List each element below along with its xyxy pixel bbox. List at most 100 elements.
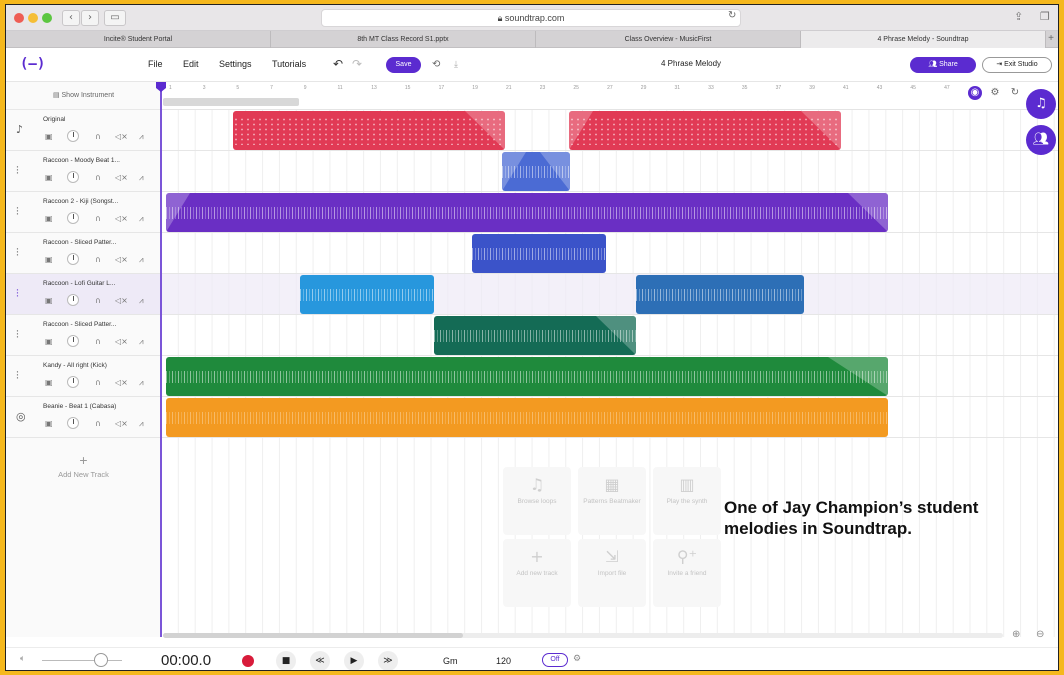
track-name[interactable]: Original	[43, 116, 155, 123]
minimize-window-button[interactable]	[28, 13, 38, 23]
master-volume-slider[interactable]	[42, 660, 122, 661]
volume-knob[interactable]	[67, 171, 79, 183]
play-synth-tile[interactable]: ▥ Play the synth	[653, 467, 721, 535]
browser-tab[interactable]: Incite® Student Portal	[6, 31, 271, 48]
headphones-icon[interactable]: ∩	[95, 296, 101, 305]
track-header[interactable]: ⫶ Raccoon - Moody Beat 1... ▣ ∩ ◁× ⩘	[6, 151, 161, 192]
project-title[interactable]: 4 Phrase Melody	[606, 59, 776, 68]
record-arm-icon[interactable]: ▣	[45, 173, 53, 182]
save-button[interactable]: Save	[386, 57, 421, 73]
loop-region-bar[interactable]	[163, 98, 299, 106]
headphones-icon[interactable]: ∩	[95, 173, 101, 182]
back-icon[interactable]: ‹	[62, 10, 80, 26]
automation-icon[interactable]: ⩘	[139, 419, 144, 429]
mute-icon[interactable]: ◁×	[115, 132, 128, 141]
mute-icon[interactable]: ◁×	[115, 255, 128, 264]
close-window-button[interactable]	[14, 13, 24, 23]
track-lane[interactable]	[161, 151, 1058, 192]
audio-region[interactable]	[636, 275, 804, 314]
timeline-ruler[interactable]: 1 3 5 7 9 11 13 15 17 19 21 23 25 27 29 31 33 35 37 39 41 43 4…	[161, 82, 1058, 110]
headphones-icon[interactable]: ∩	[95, 214, 101, 223]
exit-studio-button[interactable]: ⇥ Exit Studio	[982, 57, 1052, 73]
scrollbar-thumb[interactable]	[163, 633, 463, 638]
metronome-toggle[interactable]: Off	[542, 653, 568, 667]
headphones-icon[interactable]: ∩	[95, 378, 101, 387]
music-note-icon[interactable]: ♫	[1026, 89, 1056, 119]
record-button[interactable]	[238, 651, 258, 670]
invite-friend-tile[interactable]: ⚲⁺ Invite a friend	[653, 539, 721, 607]
show-instrument-button[interactable]: ▤ Show Instrument	[6, 82, 161, 110]
audio-region[interactable]	[434, 316, 636, 355]
track-lane[interactable]	[161, 192, 1058, 233]
zoom-in-icon[interactable]: ⊕	[1012, 629, 1020, 640]
track-lane-selected[interactable]	[161, 274, 1058, 315]
menu-file[interactable]: File	[148, 59, 163, 69]
track-name[interactable]: Raccoon - Sliced Patter...	[43, 321, 155, 328]
mute-icon[interactable]: ◁×	[115, 296, 128, 305]
record-arm-icon[interactable]: ▣	[45, 255, 53, 264]
audio-region[interactable]	[502, 152, 570, 191]
track-header[interactable]: ⫶ Raccoon - Lofi Guitar L... ▣ ∩ ◁× ⩘	[6, 274, 161, 315]
patterns-beatmaker-tile[interactable]: ▦ Patterns Beatmaker	[578, 467, 646, 535]
horizontal-scrollbar[interactable]	[163, 633, 1003, 638]
browser-tab-active[interactable]: 4 Phrase Melody - Soundtrap	[801, 31, 1046, 48]
settings-gear-icon[interactable]: ⚙	[988, 86, 1002, 100]
address-bar[interactable]: 🔒︎ soundtrap.com	[321, 9, 741, 27]
volume-knob[interactable]	[67, 294, 79, 306]
record-arm-icon[interactable]: ▣	[45, 337, 53, 346]
key-selector[interactable]: Gm	[443, 656, 458, 666]
track-header[interactable]: ⫶ Raccoon - Sliced Patter... ▣ ∩ ◁× ⩘	[6, 315, 161, 356]
audio-region[interactable]	[300, 275, 434, 314]
track-name[interactable]: Kandy - All right (Kick)	[43, 362, 155, 369]
automation-icon[interactable]: ⩘	[139, 378, 144, 388]
automation-icon[interactable]: ⩘	[139, 214, 144, 224]
add-new-track-tile[interactable]: + Add new track	[503, 539, 571, 607]
track-header[interactable]: ♪ Original ▣ ∩ ◁× ⩘	[6, 110, 161, 151]
forward-icon[interactable]: ›	[81, 10, 99, 26]
redo-icon[interactable]: ↷	[352, 57, 362, 71]
volume-slider-knob[interactable]	[94, 653, 108, 667]
reload-icon[interactable]: ↻	[728, 10, 736, 21]
record-arm-icon[interactable]: ▣	[45, 214, 53, 223]
automation-icon[interactable]: ⩘	[139, 337, 144, 347]
history-icon[interactable]: ⟲	[432, 59, 440, 70]
soundtrap-logo[interactable]: (—)	[20, 56, 45, 72]
menu-tutorials[interactable]: Tutorials	[272, 59, 306, 69]
tempo-field[interactable]: 120	[496, 656, 511, 666]
record-arm-icon[interactable]: ▣	[45, 296, 53, 305]
volume-knob[interactable]	[67, 212, 79, 224]
metronome-settings-icon[interactable]: ⚙	[573, 654, 581, 664]
collaborators-icon[interactable]: 👥︎	[1026, 125, 1056, 155]
audio-region[interactable]	[166, 193, 888, 232]
track-lane[interactable]	[161, 110, 1058, 151]
tabs-overview-icon[interactable]: ❐	[1040, 10, 1050, 23]
tuner-icon[interactable]: ◉	[968, 86, 982, 100]
midi-region[interactable]	[569, 111, 841, 150]
audio-region[interactable]	[166, 357, 888, 396]
mute-icon[interactable]: ◁×	[115, 173, 128, 182]
rewind-button[interactable]: ≪	[310, 651, 330, 670]
track-header[interactable]: ◎ Beanie - Beat 1 (Cabasa) ▣ ∩ ◁× ⩘	[6, 397, 161, 438]
sidebar-toggle-icon[interactable]: ▭	[104, 10, 126, 26]
track-header[interactable]: ⫶ Raccoon - Sliced Patter... ▣ ∩ ◁× ⩘	[6, 233, 161, 274]
mute-icon[interactable]: ◁×	[115, 214, 128, 223]
volume-knob[interactable]	[67, 253, 79, 265]
midi-region[interactable]	[233, 111, 505, 150]
headphones-icon[interactable]: ∩	[95, 419, 101, 428]
playhead[interactable]	[160, 82, 162, 637]
maximize-window-button[interactable]	[42, 13, 52, 23]
volume-knob[interactable]	[67, 130, 79, 142]
loop-icon[interactable]: ↻	[1008, 86, 1022, 100]
track-header[interactable]: ⫶ Kandy - All right (Kick) ▣ ∩ ◁× ⩘	[6, 356, 161, 397]
automation-icon[interactable]: ⩘	[139, 132, 144, 142]
headphones-icon[interactable]: ∩	[95, 337, 101, 346]
track-lane[interactable]	[161, 356, 1058, 397]
menu-edit[interactable]: Edit	[183, 59, 199, 69]
track-name[interactable]: Raccoon - Moody Beat 1...	[43, 157, 155, 164]
import-file-tile[interactable]: ⇲ Import file	[578, 539, 646, 607]
track-lane[interactable]	[161, 315, 1058, 356]
volume-knob[interactable]	[67, 335, 79, 347]
volume-knob[interactable]	[67, 417, 79, 429]
mute-icon[interactable]: ◁×	[115, 419, 128, 428]
audio-region[interactable]	[472, 234, 606, 273]
